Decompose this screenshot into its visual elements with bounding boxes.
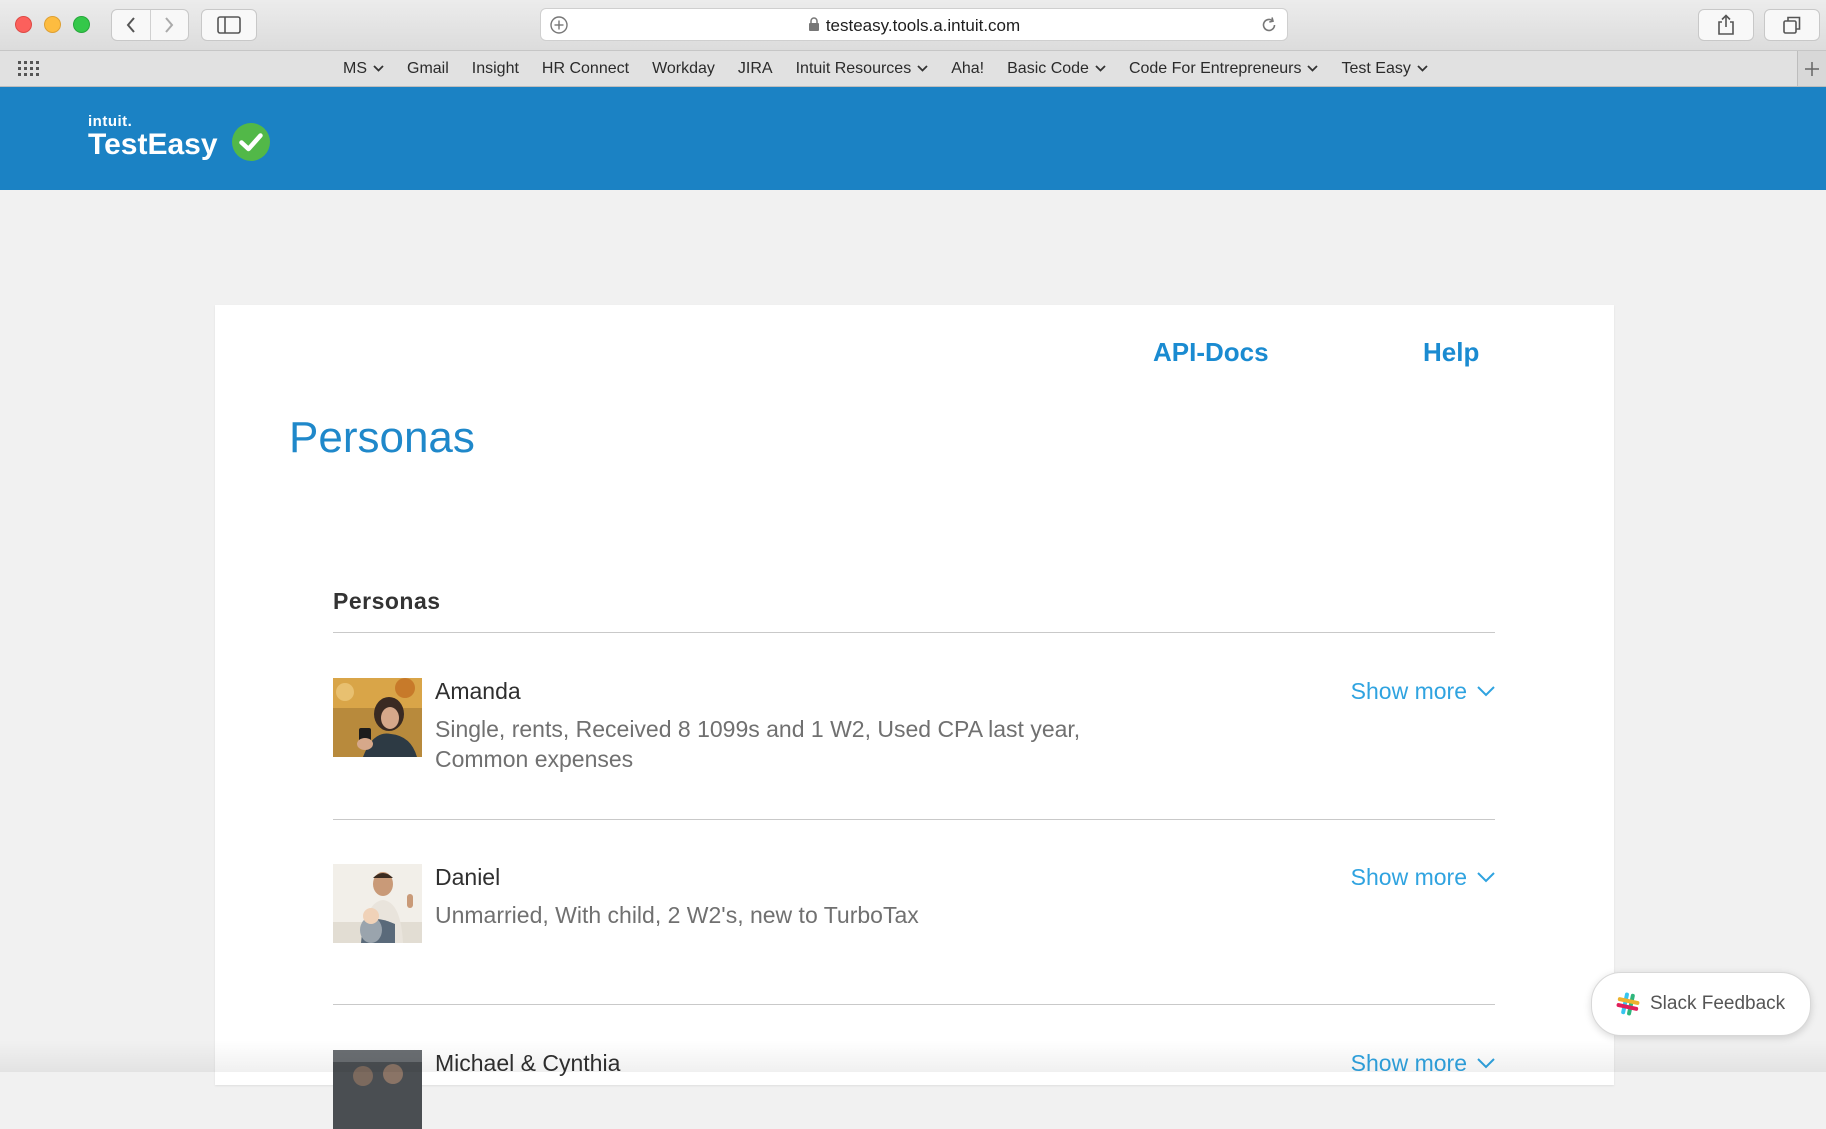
persona-divider	[333, 1004, 1495, 1005]
show-more-label: Show more	[1350, 678, 1467, 704]
brand-intuit: intuit.	[88, 113, 133, 130]
persona-photo	[333, 864, 422, 943]
check-circle-icon	[232, 123, 270, 161]
tab-overview-button[interactable]	[1764, 9, 1820, 41]
bookmark-item[interactable]: HR Connect	[542, 60, 629, 78]
bookmark-label: Workday	[652, 59, 715, 77]
tabs-icon	[1783, 16, 1801, 34]
chevron-down-icon	[373, 65, 384, 72]
page-title: Personas	[289, 413, 475, 462]
chevron-down-icon	[1477, 872, 1495, 883]
bookmark-label: Intuit Resources	[795, 59, 912, 77]
section-title: Personas	[333, 588, 441, 614]
bookmark-label: JIRA	[737, 59, 773, 77]
bookmark-item[interactable]: Test Easy	[1341, 59, 1428, 78]
share-button[interactable]	[1698, 9, 1754, 41]
persona-name: Amanda	[435, 678, 521, 704]
show-more-label: Show more	[1350, 864, 1467, 890]
minimize-window-button[interactable]	[44, 16, 61, 33]
persona-description: Unmarried, With child, 2 W2's, new to Tu…	[435, 902, 919, 928]
bookmark-label: MS	[343, 59, 367, 77]
show-more-label: Show more	[1350, 1050, 1467, 1076]
chevron-down-icon	[1095, 65, 1106, 72]
brand-name: TestEasy	[88, 128, 218, 161]
reload-icon[interactable]	[1259, 15, 1279, 35]
bookmark-item[interactable]: Workday	[652, 60, 715, 78]
url-display: testeasy.tools.a.intuit.com	[541, 16, 1287, 36]
bookmark-item[interactable]: Basic Code	[1007, 60, 1106, 78]
slack-icon	[1616, 992, 1640, 1016]
chevron-down-icon	[1477, 686, 1495, 697]
bookmark-label: Gmail	[407, 59, 449, 77]
help-link[interactable]: Help	[1423, 337, 1479, 368]
chevron-down-icon	[1477, 1058, 1495, 1069]
browser-toolbar: testeasy.tools.a.intuit.com	[0, 0, 1826, 51]
bookmark-label: Insight	[471, 59, 519, 77]
persona-name: Daniel	[435, 864, 501, 890]
section-divider	[333, 632, 1495, 633]
chevron-left-icon	[126, 17, 135, 33]
chevron-down-icon	[1307, 65, 1319, 72]
back-button[interactable]	[112, 10, 150, 40]
persona-description: Single, rents, Received 8 1099s and 1 W2…	[435, 716, 1081, 772]
url-text: testeasy.tools.a.intuit.com	[825, 16, 1021, 35]
chevron-down-icon	[1417, 65, 1428, 72]
persona-name: Michael & Cynthia	[435, 1050, 621, 1076]
share-icon	[1718, 14, 1734, 35]
chevron-down-icon	[917, 65, 928, 72]
apps-grid-icon[interactable]	[18, 61, 40, 77]
lock-icon	[808, 17, 819, 31]
add-bookmark-button[interactable]	[1797, 51, 1826, 86]
bookmark-item[interactable]: JIRA	[738, 60, 773, 78]
slack-feedback-button[interactable]: Slack Feedback	[1591, 972, 1811, 1036]
bookmark-item[interactable]: MS	[343, 60, 384, 78]
bookmark-item[interactable]: Insight	[472, 60, 519, 78]
bookmark-item[interactable]: Aha!	[951, 60, 984, 78]
address-bar[interactable]: testeasy.tools.a.intuit.com	[540, 8, 1288, 41]
show-more-button[interactable]: Show more	[1351, 678, 1495, 705]
bookmark-item[interactable]: Code For Entrepreneurs	[1129, 60, 1319, 78]
bookmark-label: Code For Entrepreneurs	[1128, 59, 1302, 77]
persona-divider	[333, 819, 1495, 820]
sidebar-icon	[217, 16, 241, 34]
bookmark-label: Aha!	[951, 59, 985, 77]
api-docs-link[interactable]: API-Docs	[1153, 337, 1269, 368]
bookmarks-bar: MS Gmail Insight HR Connect Workday JIRA Intui…	[0, 51, 1826, 87]
close-window-button[interactable]	[15, 16, 32, 33]
bookmark-label: HR Connect	[541, 59, 630, 77]
forward-button[interactable]	[149, 10, 189, 40]
history-nav	[111, 9, 189, 41]
bookmark-list: MS Gmail Insight HR Connect Workday JIRA Intui…	[343, 51, 1451, 86]
sidebar-toggle-button[interactable]	[201, 9, 257, 41]
zoom-window-button[interactable]	[73, 16, 90, 33]
persona-photo	[333, 678, 422, 757]
app-header: intuit. TestEasy	[0, 87, 1826, 190]
show-more-button[interactable]: Show more	[1351, 1050, 1495, 1077]
bookmark-item[interactable]: Intuit Resources	[796, 60, 929, 78]
show-more-button[interactable]: Show more	[1351, 864, 1495, 891]
main-card: API-Docs Help Personas Personas Amanda S…	[215, 305, 1614, 1129]
bookmark-item[interactable]: Gmail	[407, 60, 449, 78]
bookmark-label: Test Easy	[1341, 59, 1411, 77]
bookmark-label: Basic Code	[1007, 59, 1089, 77]
persona-photo	[333, 1050, 422, 1129]
testeasy-logo[interactable]: intuit. TestEasy	[88, 113, 218, 161]
slack-feedback-label: Slack Feedback	[1650, 993, 1786, 1014]
chevron-right-icon	[165, 17, 174, 33]
plus-icon	[1805, 61, 1819, 76]
